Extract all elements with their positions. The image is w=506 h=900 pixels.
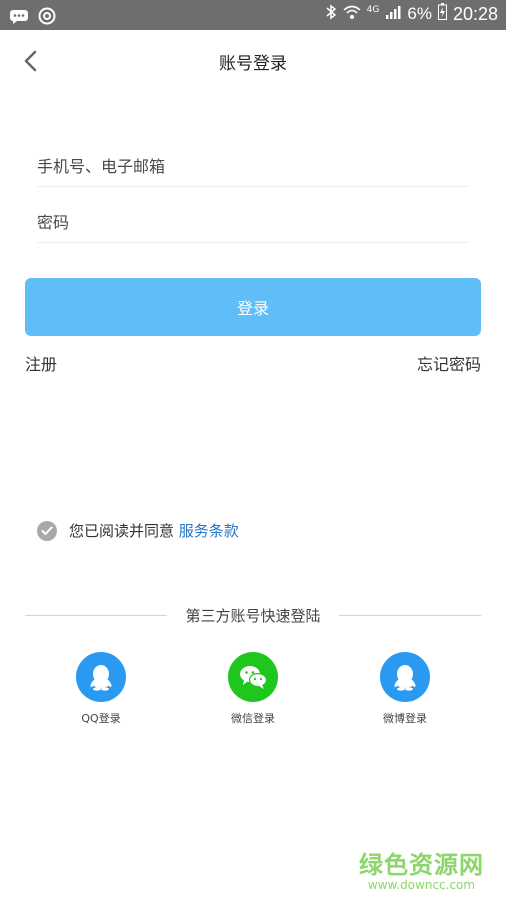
weibo-login-button[interactable]: 微博登录 bbox=[355, 652, 455, 726]
phone-email-input[interactable] bbox=[37, 146, 469, 187]
weibo-icon bbox=[380, 652, 430, 702]
third-party-divider: 第三方账号快速登陆 bbox=[25, 605, 481, 625]
page-title: 账号登录 bbox=[219, 54, 287, 74]
message-icon bbox=[10, 9, 28, 28]
clock: 20:28 bbox=[452, 3, 498, 24]
divider-line-right bbox=[339, 615, 481, 616]
weibo-login-label: 微博登录 bbox=[383, 712, 427, 725]
watermark: 绿色资源网 www.downcc.com bbox=[359, 845, 484, 892]
password-input[interactable] bbox=[37, 202, 469, 243]
network-type-label: 4G bbox=[366, 5, 380, 15]
header: 账号登录 bbox=[0, 30, 506, 90]
login-button[interactable]: 登录 bbox=[25, 278, 481, 336]
qq-login-button[interactable]: QQ登录 bbox=[51, 652, 151, 726]
signal-icon bbox=[385, 4, 401, 25]
wechat-icon bbox=[228, 652, 278, 702]
forgot-password-link[interactable]: 忘记密码 bbox=[417, 351, 481, 375]
terms-link[interactable]: 服务条款 bbox=[179, 522, 239, 540]
watermark-title: 绿色资源网 bbox=[359, 851, 484, 879]
qq-login-label: QQ登录 bbox=[81, 712, 121, 725]
checkmark-icon bbox=[41, 526, 53, 535]
battery-percent: 6% bbox=[407, 4, 432, 23]
wechat-login-button[interactable]: 微信登录 bbox=[203, 652, 303, 726]
battery-icon bbox=[437, 3, 447, 25]
agreement-row: 您已阅读并同意 服务条款 bbox=[37, 520, 239, 541]
status-bar: 4G 6% 20:28 bbox=[0, 0, 506, 30]
watermark-url: www.downcc.com bbox=[367, 878, 476, 892]
wechat-login-label: 微信登录 bbox=[231, 712, 275, 725]
register-link[interactable]: 注册 bbox=[25, 351, 57, 375]
agreement-text: 您已阅读并同意 bbox=[69, 522, 175, 540]
qq-icon bbox=[76, 652, 126, 702]
bluetooth-icon bbox=[325, 4, 337, 25]
wifi-icon bbox=[343, 4, 361, 25]
app-notification-icon bbox=[38, 7, 56, 29]
agreement-checkbox[interactable] bbox=[37, 520, 57, 541]
